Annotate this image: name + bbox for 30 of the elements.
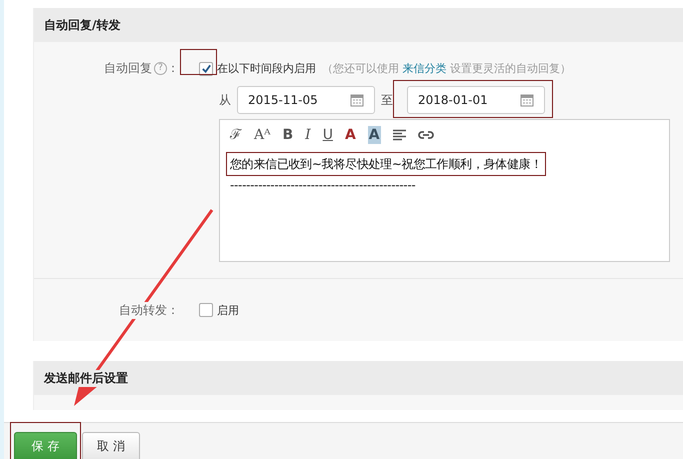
font-tool[interactable]: ℱ [230, 126, 242, 144]
calendar-icon[interactable] [350, 93, 364, 107]
checkbox-label: 在以下时间段内启用 [217, 61, 316, 76]
colon: ： [167, 60, 179, 77]
from-label: 从 [219, 92, 231, 108]
checkbox[interactable] [199, 62, 213, 76]
font-tool[interactable]: Aᴬ [254, 126, 270, 144]
bold-tool[interactable]: B [282, 126, 294, 144]
date-field[interactable]: 2015-11-05 [237, 86, 375, 114]
hint-text: （您还可以使用 来信分类 设置更灵活的自动回复） [322, 61, 571, 76]
date-field[interactable]: 2018-01-01 [407, 86, 545, 114]
font-color-tool[interactable]: A [344, 126, 356, 144]
section-title: 自动回复/转发 [44, 16, 120, 34]
editor-text: ---------------------------------------------- [230, 177, 416, 194]
link-icon[interactable] [418, 130, 434, 140]
italic-tool[interactable]: I [305, 126, 311, 144]
highlight-box [180, 49, 217, 75]
rich-text-editor[interactable]: ℱ Aᴬ B I U A A 您的来信已收到~我将尽快处理~祝您工作顺利，身体健康！ ---------------------------------------------- [219, 119, 670, 262]
editor-text: 您的来信已收到~我将尽快处理~祝您工作顺利，身体健康！ [226, 152, 546, 176]
section-title: 发送邮件后设置 [44, 370, 128, 386]
align-icon[interactable] [392, 128, 406, 142]
field-label: 自动回复 [104, 60, 152, 77]
highlight-tool[interactable]: A [368, 126, 381, 144]
checkbox-label: 启用 [217, 302, 239, 318]
to-label: 至 [381, 92, 393, 108]
underline-tool[interactable]: U [322, 126, 333, 144]
calendar-icon[interactable] [520, 93, 534, 107]
category-link[interactable]: 来信分类 [402, 62, 446, 75]
checkbox[interactable] [199, 303, 213, 317]
cancel-button[interactable]: 取 消 [82, 432, 140, 459]
